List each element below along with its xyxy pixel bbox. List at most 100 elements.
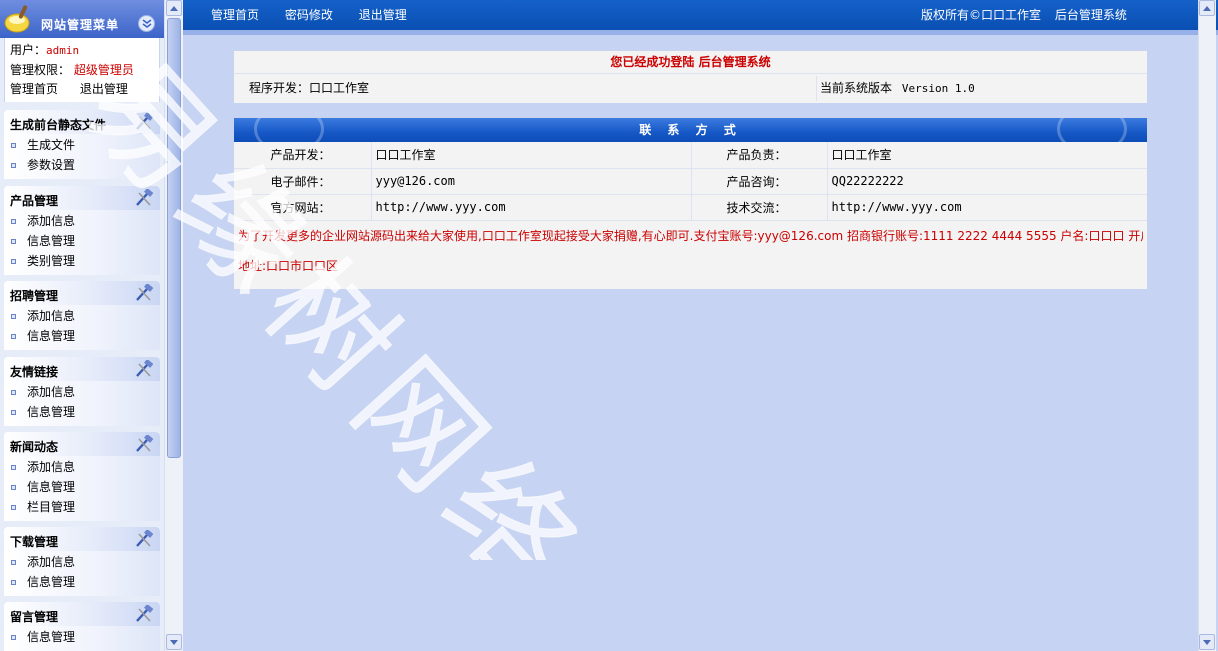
double-chevron-down-icon — [142, 18, 151, 28]
menu-item-label: 添加信息 — [27, 385, 76, 399]
tools-icon — [136, 360, 154, 377]
arrow-up-icon — [1203, 5, 1211, 11]
menu-item-label: 添加信息 — [27, 555, 76, 569]
permission-row: 管理权限： 超级管理员 — [10, 61, 154, 81]
menu-section-news: 新闻动态 添加信息 信息管理 栏目管理 — [4, 432, 160, 521]
menu-item-label: 添加信息 — [27, 460, 76, 474]
menu-item-product-category[interactable]: 类别管理 — [4, 251, 160, 271]
tools-icon — [136, 530, 154, 547]
bullet-icon — [11, 239, 16, 244]
topbar-divider — [183, 30, 1218, 35]
menu-section-guestbook: 留言管理 信息管理 — [4, 602, 160, 651]
scroll-thumb[interactable] — [167, 18, 181, 458]
menu-item-recruit-add[interactable]: 添加信息 — [4, 306, 160, 326]
menu-item-news-manage[interactable]: 信息管理 — [4, 477, 160, 497]
menu-item-label: 生成文件 — [27, 138, 76, 152]
menu-section-recruitment: 招聘管理 添加信息 信息管理 — [4, 281, 160, 350]
scroll-down-button[interactable] — [166, 634, 182, 650]
menu-item-label: 信息管理 — [27, 234, 76, 248]
user-label: 用户： — [10, 43, 47, 57]
bullet-icon — [11, 465, 16, 470]
decorative-swirl-icon — [254, 118, 324, 142]
tech-exchange-link[interactable]: http://www.yyy.com — [826, 194, 1147, 221]
menu-item-product-add[interactable]: 添加信息 — [4, 211, 160, 231]
sidebar-home-link[interactable]: 管理首页 — [10, 82, 58, 96]
system-name: 后台管理系统 — [1054, 8, 1127, 22]
menu-item-generate-files[interactable]: 生成文件 — [4, 135, 160, 155]
nav-password-link[interactable]: 密码修改 — [285, 8, 333, 22]
bullet-icon — [11, 635, 16, 640]
top-nav: 管理首页 密码修改 退出管理 — [211, 6, 429, 23]
section-header[interactable]: 下载管理 — [4, 527, 160, 551]
menu-item-product-manage[interactable]: 信息管理 — [4, 231, 160, 251]
menu-item-download-manage[interactable]: 信息管理 — [4, 572, 160, 592]
permission-value: 超级管理员 — [73, 62, 134, 77]
menu-item-recruit-manage[interactable]: 信息管理 — [4, 326, 160, 346]
left-scrollbar[interactable] — [164, 0, 183, 651]
table-row: 电子邮件： yyy@126.com 产品咨询： QQ22222222 — [234, 168, 1147, 195]
menu-item-download-add[interactable]: 添加信息 — [4, 552, 160, 572]
official-website-link[interactable]: http://www.yyy.com — [370, 194, 691, 221]
version-text: 当前系统版本 Version 1.0 — [820, 74, 975, 103]
section-header[interactable]: 产品管理 — [4, 186, 160, 210]
scroll-up-button[interactable] — [1199, 0, 1215, 16]
contact-value: 口口工作室 — [826, 142, 1147, 169]
collapse-menu-button[interactable] — [138, 15, 155, 32]
menu-item-guestbook-manage[interactable]: 信息管理 — [4, 627, 160, 647]
nav-logout-link[interactable]: 退出管理 — [359, 8, 407, 22]
version-value: Version 1.0 — [901, 82, 975, 95]
login-info-panel: 您已经成功登陆 后台管理系统 程序开发：口口工作室 当前系统版本 Version… — [233, 50, 1148, 103]
section-header[interactable]: 招聘管理 — [4, 281, 160, 305]
scroll-down-button[interactable] — [1199, 634, 1215, 650]
section-title: 新闻动态 — [10, 440, 59, 454]
bullet-icon — [11, 390, 16, 395]
arrow-up-icon — [170, 5, 178, 11]
copyright: 版权所有©口口工作室 — [921, 8, 1042, 22]
contact-label: 技术交流： — [690, 194, 827, 221]
section-title: 留言管理 — [10, 610, 59, 624]
menu-item-label: 信息管理 — [27, 575, 76, 589]
menu-item-label: 信息管理 — [27, 329, 76, 343]
bullet-icon — [11, 143, 16, 148]
user-links-row: 管理首页 退出管理 — [10, 80, 154, 100]
section-body: 添加信息 信息管理 — [4, 305, 160, 350]
menu-section-links: 友情链接 添加信息 信息管理 — [4, 357, 160, 426]
section-header[interactable]: 新闻动态 — [4, 432, 160, 456]
main-frame: 管理首页 密码修改 退出管理 版权所有©口口工作室 后台管理系统 您已经成功登陆… — [183, 0, 1218, 651]
section-header[interactable]: 留言管理 — [4, 602, 160, 626]
scroll-up-button[interactable] — [166, 0, 182, 16]
contact-label: 官方网站： — [234, 194, 371, 221]
bullet-icon — [11, 334, 16, 339]
nav-home-link[interactable]: 管理首页 — [211, 8, 259, 22]
section-header[interactable]: 生成前台静态文件 — [4, 110, 160, 134]
bullet-icon — [11, 259, 16, 264]
menu-section-static: 生成前台静态文件 生成文件 参数设置 — [4, 110, 160, 179]
contact-label: 产品负责： — [690, 142, 827, 169]
system-info-row: 程序开发：口口工作室 当前系统版本 Version 1.0 — [234, 74, 1147, 103]
menu-title: 网站管理菜单 — [41, 18, 120, 32]
section-title: 生成前台静态文件 — [10, 118, 107, 132]
menu-item-news-column[interactable]: 栏目管理 — [4, 497, 160, 517]
sidebar-logout-link[interactable]: 退出管理 — [80, 82, 128, 96]
arrow-down-icon — [1203, 639, 1211, 645]
section-header[interactable]: 友情链接 — [4, 357, 160, 381]
left-menu-frame: 网站管理菜单 用户：admin 管理权限： 超级管理员 管理首页 退出管理 生成… — [0, 0, 183, 651]
menu-section-downloads: 下载管理 添加信息 信息管理 — [4, 527, 160, 596]
section-body: 添加信息 信息管理 类别管理 — [4, 210, 160, 275]
menu-item-link-manage[interactable]: 信息管理 — [4, 402, 160, 422]
menu-item-parameter-settings[interactable]: 参数设置 — [4, 155, 160, 175]
menu-item-label: 添加信息 — [27, 309, 76, 323]
permission-label: 管理权限： — [10, 62, 71, 77]
bullet-icon — [11, 505, 16, 510]
bullet-icon — [11, 219, 16, 224]
main-scrollbar[interactable] — [1198, 0, 1216, 651]
user-row: 用户：admin — [10, 41, 154, 61]
menu-item-link-add[interactable]: 添加信息 — [4, 382, 160, 402]
menu-item-news-add[interactable]: 添加信息 — [4, 457, 160, 477]
table-row: 官方网站： http://www.yyy.com 技术交流： http://ww… — [234, 194, 1147, 221]
contact-qq: QQ22222222 — [826, 168, 1147, 195]
brush-logo-icon — [4, 5, 30, 33]
menu-item-label: 添加信息 — [27, 214, 76, 228]
divider — [816, 76, 817, 101]
contact-label: 电子邮件： — [234, 168, 371, 195]
